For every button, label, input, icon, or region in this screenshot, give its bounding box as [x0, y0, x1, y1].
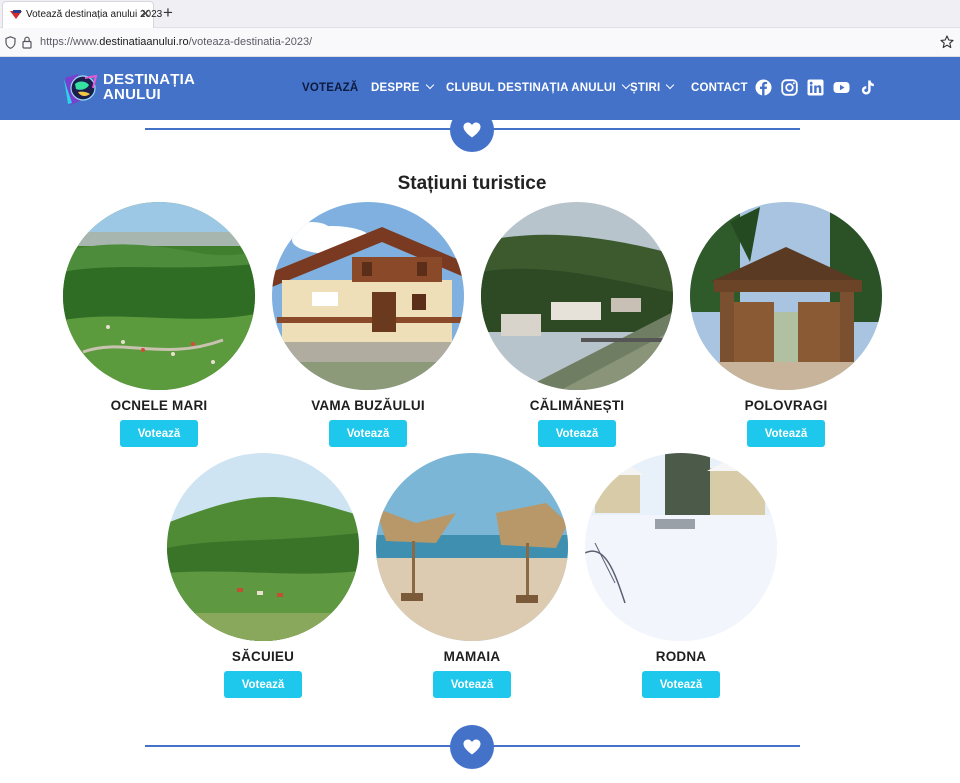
- beach-photo-icon: [376, 453, 568, 641]
- river-town-photo-icon: [481, 202, 673, 390]
- tiktok-icon[interactable]: [859, 79, 876, 96]
- site-favicon-icon: [10, 10, 22, 19]
- vote-button[interactable]: Votează: [642, 671, 720, 698]
- site-logo[interactable]: DESTINAȚIA ANULUI: [62, 69, 197, 109]
- destination-name: SĂCUIEU: [231, 649, 295, 664]
- lock-icon[interactable]: [22, 36, 32, 49]
- bookmark-star-icon[interactable]: [940, 35, 954, 49]
- logo-text: DESTINAȚIA ANULUI: [103, 72, 195, 102]
- destination-photo[interactable]: [272, 202, 464, 390]
- heart-icon: [463, 739, 481, 755]
- nav-stiri-label: ȘTIRI: [630, 82, 661, 94]
- destination-photo[interactable]: [585, 453, 777, 641]
- browser-tab-bar: Votează destinația anului 2023 ✕ +: [0, 0, 960, 28]
- nav-clubul-label: CLUBUL DESTINAȚIA ANULUI: [446, 82, 616, 94]
- vote-button[interactable]: Votează: [224, 671, 302, 698]
- nav-stiri[interactable]: ȘTIRI: [630, 80, 675, 94]
- nav-despre-label: DESPRE: [371, 82, 420, 94]
- house-photo-icon: [272, 202, 464, 390]
- instagram-icon[interactable]: [781, 79, 798, 96]
- logo-globe-icon: [64, 74, 98, 105]
- url-field[interactable]: https://www.destinatiaanului.ro/voteaza-…: [40, 36, 312, 48]
- vote-button[interactable]: Votează: [747, 420, 825, 447]
- youtube-icon[interactable]: [833, 79, 850, 96]
- chevron-down-icon: [425, 80, 434, 90]
- heart-icon: [463, 122, 481, 138]
- destination-photo[interactable]: [690, 202, 882, 390]
- vote-button[interactable]: Votează: [120, 420, 198, 447]
- linkedin-icon[interactable]: [807, 79, 824, 96]
- landscape-photo-icon: [63, 202, 255, 390]
- vote-button[interactable]: Votează: [538, 420, 616, 447]
- logo-line-2: ANULUI: [103, 86, 161, 103]
- vote-button[interactable]: Votează: [433, 671, 511, 698]
- destination-photo[interactable]: [63, 202, 255, 390]
- destination-name: POLOVRAGI: [744, 398, 828, 413]
- destination-photo[interactable]: [481, 202, 673, 390]
- destination-name: CĂLIMĂNEȘTI: [529, 398, 625, 413]
- destination-photo[interactable]: [376, 453, 568, 641]
- nav-despre[interactable]: DESPRE: [371, 80, 434, 94]
- destination-name: OCNELE MARI: [110, 398, 208, 413]
- new-tab-icon[interactable]: +: [163, 3, 173, 23]
- destination-name: MAMAIA: [443, 649, 501, 664]
- shield-icon[interactable]: [5, 36, 16, 49]
- vote-button[interactable]: Votează: [329, 420, 407, 447]
- url-prefix: https://www.: [40, 36, 100, 48]
- nav-clubul[interactable]: CLUBUL DESTINAȚIA ANULUI: [446, 80, 631, 94]
- snow-photo-icon: [585, 453, 777, 641]
- browser-tab[interactable]: Votează destinația anului 2023 ✕: [2, 1, 162, 28]
- heart-badge-top: [450, 108, 494, 152]
- nav-voteaza[interactable]: VOTEAZĂ: [302, 82, 358, 94]
- wooden-gate-photo-icon: [690, 202, 882, 390]
- heart-badge-bottom: [450, 725, 494, 769]
- destination-name: VAMA BUZĂULUI: [311, 398, 425, 413]
- chevron-down-icon: [666, 80, 675, 90]
- section-title: Stațiuni turistice: [397, 173, 547, 194]
- destination-name: RODNA: [655, 649, 707, 664]
- facebook-icon[interactable]: [755, 79, 772, 96]
- address-bar: https://www.destinatiaanului.ro/voteaza-…: [0, 28, 960, 57]
- hills-photo-icon: [167, 453, 359, 641]
- url-path: /voteaza-destinatia-2023/: [188, 36, 313, 48]
- logo-line-1: DESTINAȚIA: [103, 71, 195, 88]
- url-host: destinatiaanului.ro: [99, 36, 189, 48]
- destination-photo[interactable]: [167, 453, 359, 641]
- nav-contact[interactable]: CONTACT: [691, 82, 748, 94]
- close-tab-icon[interactable]: ✕: [140, 7, 151, 21]
- chevron-down-icon: [621, 80, 631, 90]
